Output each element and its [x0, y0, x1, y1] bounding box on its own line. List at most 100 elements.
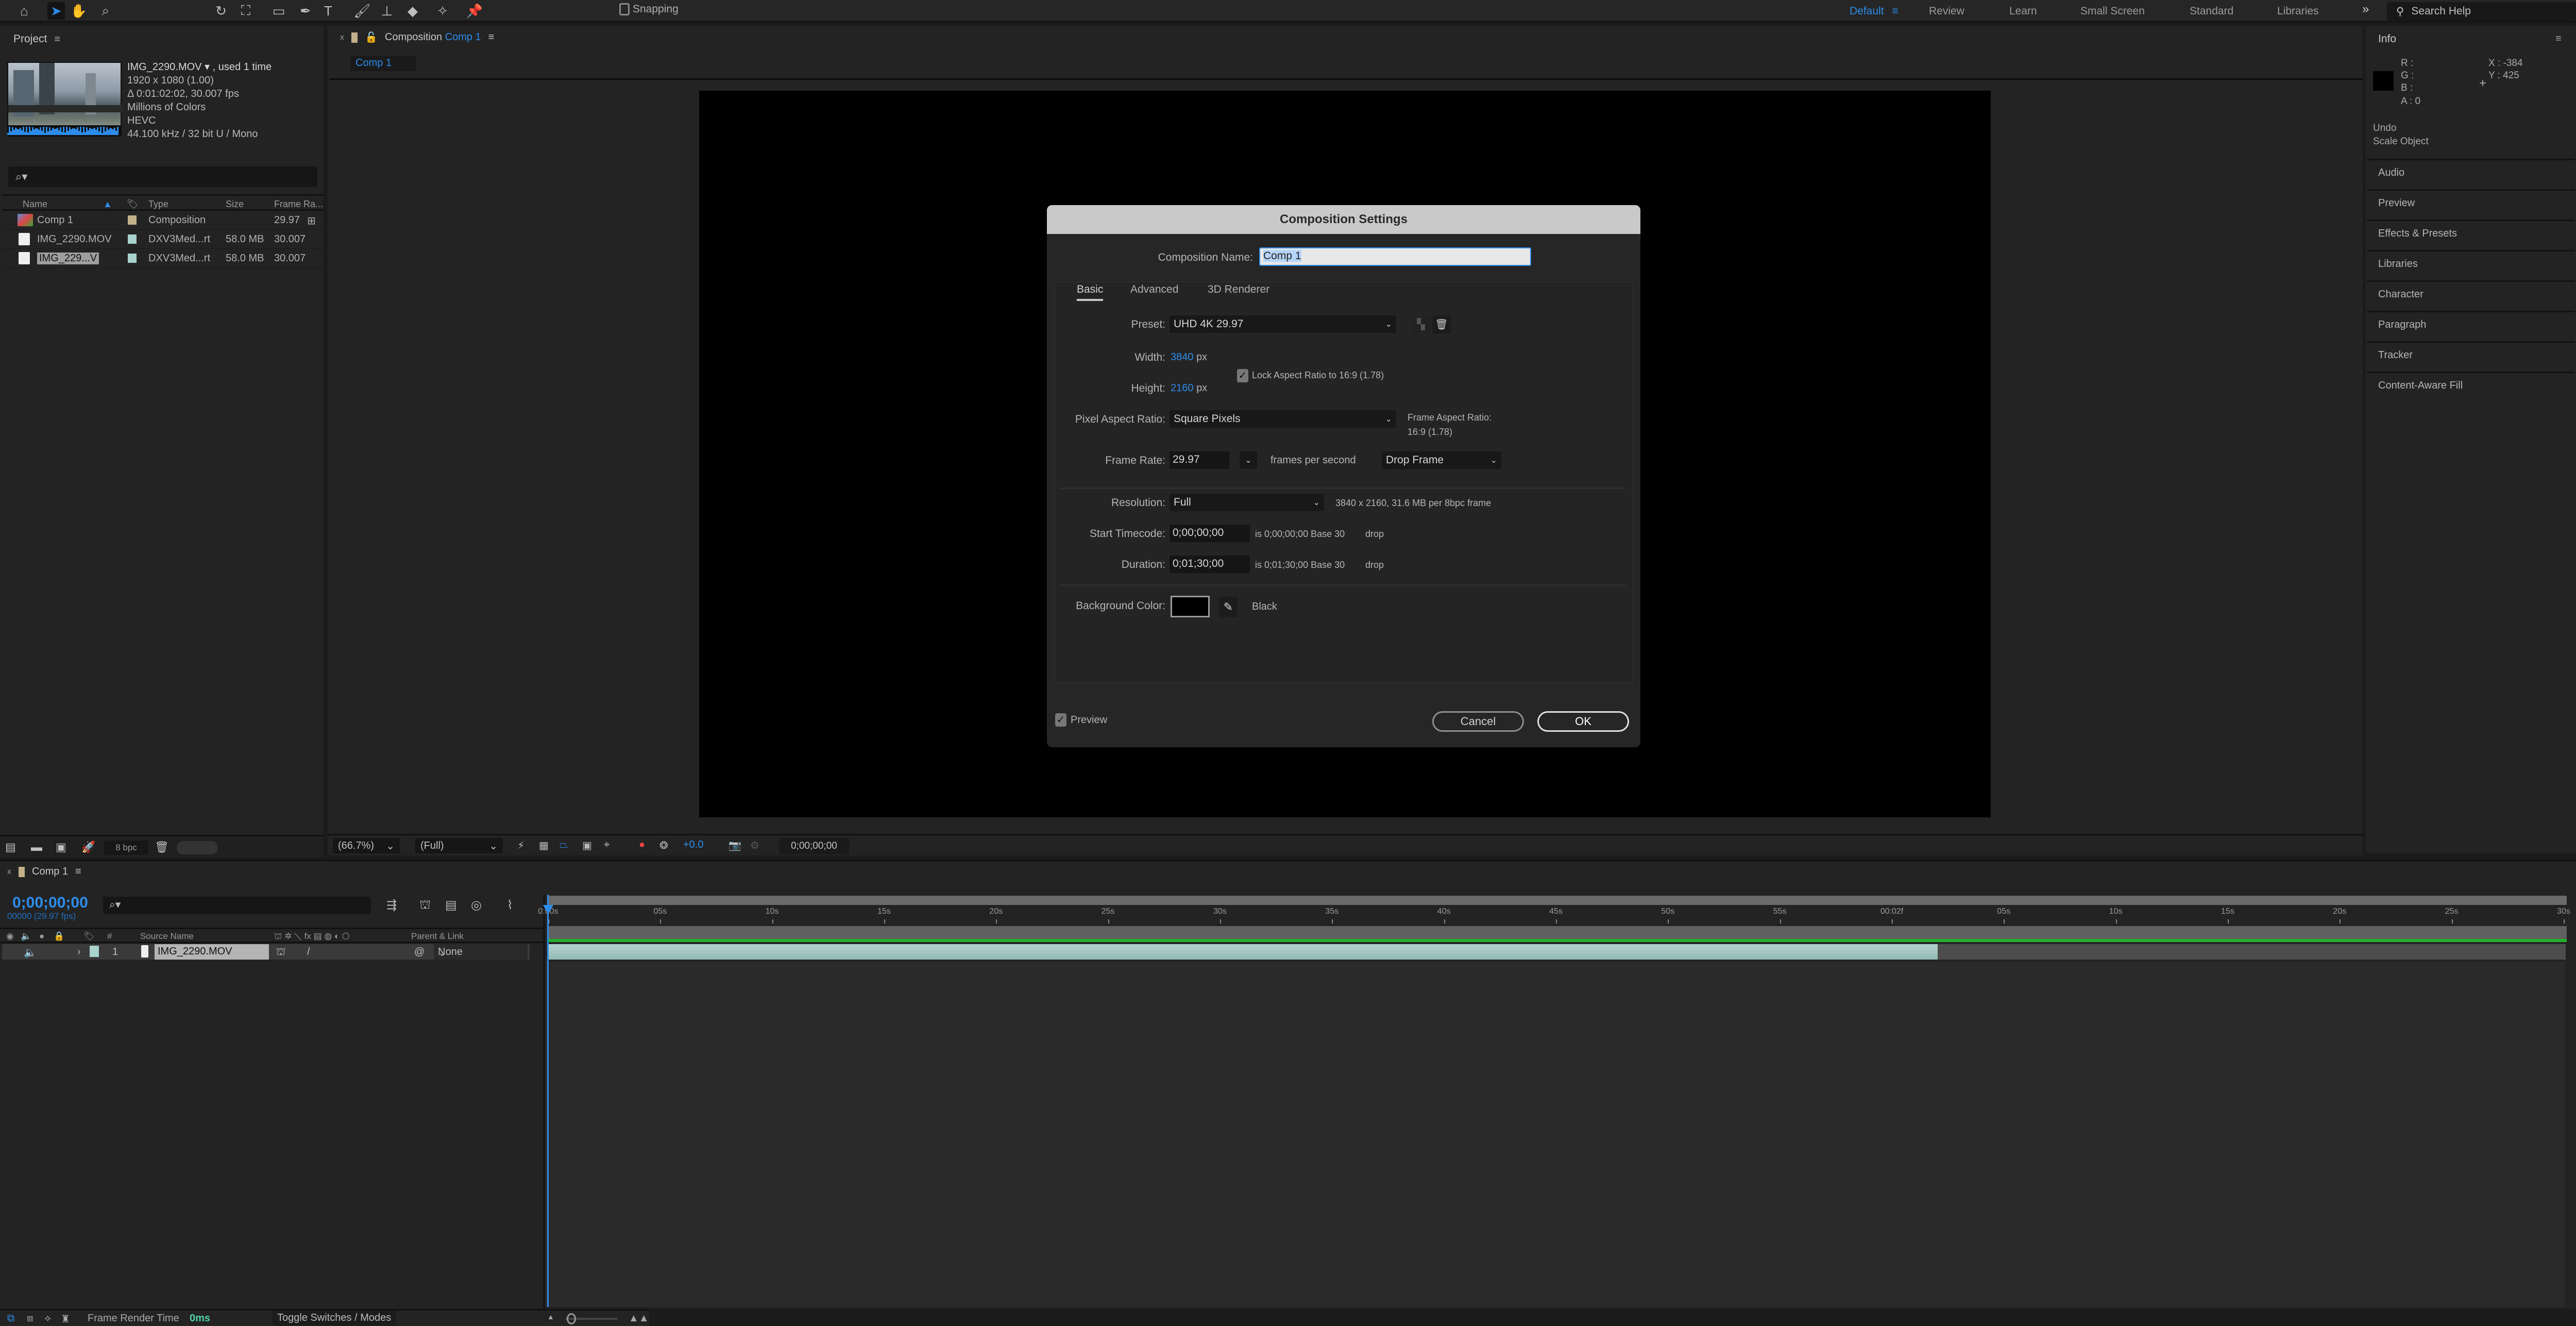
column-size[interactable]: Size	[226, 199, 244, 210]
footage-name[interactable]: IMG_2290.MOV ▾ , used 1 time	[127, 60, 272, 74]
panel-audio[interactable]: Audio	[2367, 159, 2575, 188]
preview-checkbox[interactable]: ✓	[1055, 713, 1066, 727]
time-ruler[interactable]: 0:00s05s10s15s20s25s30s35s40s45s50s55s00…	[538, 907, 2575, 925]
layer-name[interactable]: IMG_2290.MOV	[155, 944, 269, 960]
column-parent-link[interactable]: Parent & Link	[411, 931, 464, 942]
transparency-grid-icon[interactable]: ▦	[539, 839, 549, 852]
solo-switch-icon[interactable]: ●	[39, 931, 44, 942]
duration-input[interactable]: 0;01;30;00	[1170, 556, 1250, 573]
clone-stamp-tool-icon[interactable]: ⊥	[378, 2, 396, 20]
new-composition-icon[interactable]: ▣	[56, 841, 66, 854]
timeline-tab[interactable]: x Comp 1 ≡	[7, 866, 81, 878]
info-menu-icon[interactable]: ≡	[2555, 33, 2562, 45]
rectangle-tool-icon[interactable]: ▭	[270, 2, 287, 20]
more-workspaces-icon[interactable]: »	[2362, 2, 2369, 16]
sort-ascending-icon[interactable]: ▲	[103, 199, 112, 210]
exposure-icon[interactable]: ❂	[659, 839, 668, 852]
delete-preset-icon[interactable]: 🗑	[1432, 315, 1451, 334]
mask-visibility-icon[interactable]: ⏢	[560, 839, 568, 851]
lock-switch-icon[interactable]: 🔒	[54, 931, 64, 942]
zoom-out-icon[interactable]: ▲	[547, 1313, 554, 1321]
timeline-search-input[interactable]: ⌕▾	[103, 897, 371, 914]
width-value[interactable]: 3840	[1171, 351, 1194, 363]
eyedropper-icon[interactable]: ✎	[1219, 597, 1238, 617]
exposure-value[interactable]: +0.0	[683, 839, 703, 851]
quality-switch-icon[interactable]: /	[307, 946, 310, 958]
panel-libraries[interactable]: Libraries	[2367, 250, 2575, 279]
current-time-display[interactable]: 0;00;00;00	[12, 894, 88, 912]
project-search-input[interactable]: ⌕▾	[8, 166, 317, 187]
layer-row[interactable]: 🔈 › 1 IMG_2290.MOV ⛫ / @ None ⌄	[2, 944, 530, 960]
magnification-dropdown[interactable]: (66.7%) ⌄	[333, 838, 400, 853]
resolution-dropdown[interactable]: (Full) ⌄	[415, 838, 503, 853]
shy-switch-icon[interactable]: ⛫	[276, 946, 285, 959]
column-frame-rate[interactable]: Frame Ra...	[274, 199, 323, 210]
layer-label-swatch[interactable]	[90, 946, 99, 957]
panel-character[interactable]: Character	[2367, 280, 2575, 309]
start-timecode-input[interactable]: 0;00;00;00	[1170, 525, 1250, 542]
lock-aspect-checkbox[interactable]: ✓	[1237, 369, 1248, 382]
column-type[interactable]: Type	[148, 199, 168, 210]
brush-tool-icon[interactable]: 🖌	[353, 2, 371, 20]
playhead-line[interactable]	[547, 895, 549, 1307]
label-column-icon[interactable]: 🏷	[83, 931, 95, 942]
transfer-controls-pane-icon[interactable]: ⧈	[27, 1313, 33, 1324]
search-help-field[interactable]: ⚲ Search Help	[2387, 2, 2576, 21]
panel-paragraph[interactable]: Paragraph	[2367, 311, 2575, 340]
audio-toggle-icon[interactable]: 🔈	[24, 946, 37, 959]
workspace-default[interactable]: Default ≡	[1850, 5, 1899, 18]
layer-switches-pane-icon[interactable]: ⧉	[7, 1313, 14, 1324]
graph-editor-icon[interactable]: ⌇	[507, 898, 513, 913]
workspace-menu-icon[interactable]: ≡	[1892, 5, 1898, 17]
roto-brush-tool-icon[interactable]: ✧	[434, 2, 451, 20]
close-icon[interactable]: x	[7, 867, 11, 877]
frame-blending-icon[interactable]: ▤	[445, 898, 457, 913]
workspace-standard[interactable]: Standard	[2190, 5, 2233, 18]
audio-switch-icon[interactable]: 🔈	[21, 931, 31, 942]
workspace-small-screen[interactable]: Small Screen	[2080, 5, 2145, 18]
puppet-pin-tool-icon[interactable]: 📌	[466, 2, 483, 20]
pen-tool-icon[interactable]: ✒	[297, 2, 314, 20]
parent-dropdown[interactable]: None ⌄	[434, 944, 528, 960]
project-item-row[interactable]: IMG_229...V DXV3Med...rt 58.0 MB 30.007	[2, 249, 324, 268]
render-time-pane-icon[interactable]: ♜	[61, 1313, 70, 1325]
snapping-checkbox[interactable]	[619, 3, 630, 15]
snapshot-icon[interactable]: 📷	[728, 839, 741, 852]
snapping-toggle[interactable]: Snapping	[619, 3, 679, 15]
zoom-tool-icon[interactable]: ⌕	[97, 2, 114, 20]
close-icon[interactable]: x	[340, 33, 344, 42]
background-color-swatch[interactable]	[1171, 596, 1210, 617]
frame-rate-input[interactable]: 29.97	[1170, 451, 1229, 469]
ok-button[interactable]: OK	[1537, 711, 1629, 732]
zoom-in-icon[interactable]: ▲▲	[629, 1313, 649, 1324]
layer-duration-bar[interactable]	[548, 944, 1938, 960]
interpret-footage-icon[interactable]: ▤	[5, 841, 16, 854]
project-item-row[interactable]: Comp 1 Composition 29.97 ⊞	[2, 211, 324, 230]
comp-flow-tab[interactable]: Comp 1	[350, 56, 416, 71]
workspace-learn[interactable]: Learn	[2009, 5, 2037, 18]
height-value[interactable]: 2160	[1171, 382, 1194, 394]
grid-guides-icon[interactable]: ⌖	[604, 839, 609, 851]
hand-tool-icon[interactable]: ✋	[70, 2, 88, 20]
pixel-aspect-ratio-dropdown[interactable]: Square Pixels ⌄	[1170, 410, 1396, 428]
drop-frame-dropdown[interactable]: Drop Frame ⌄	[1382, 451, 1501, 469]
panel-menu-icon[interactable]: ≡	[488, 31, 495, 43]
project-item-row[interactable]: IMG_2290.MOV DXV3Med...rt 58.0 MB 30.007	[2, 230, 324, 249]
comp-mini-flowchart-icon[interactable]: ⇶	[386, 898, 397, 913]
thumbnail-size-slider[interactable]	[177, 841, 218, 854]
new-folder-icon[interactable]: ▬	[31, 841, 42, 854]
rotation-tool-icon[interactable]: ↻	[212, 2, 230, 20]
toggle-switches-modes-button[interactable]: Toggle Switches / Modes	[272, 1311, 397, 1325]
cancel-button[interactable]: Cancel	[1432, 711, 1524, 732]
workspace-libraries[interactable]: Libraries	[2277, 5, 2319, 18]
panel-content-aware-fill[interactable]: Content-Aware Fill	[2367, 372, 2575, 400]
show-snapshot-icon[interactable]: ⚙	[750, 839, 759, 852]
frame-rate-dropdown[interactable]: ⌄	[1240, 451, 1257, 469]
column-source-name[interactable]: Source Name	[140, 931, 194, 942]
panel-effects-presets[interactable]: Effects & Presets	[2367, 220, 2575, 248]
composition-panel-tab[interactable]: x 🔓 Composition Comp 1 ≡	[340, 31, 494, 44]
timeline-track-area[interactable]	[545, 962, 2565, 1307]
zoom-slider-handle[interactable]	[567, 1313, 576, 1324]
delete-icon[interactable]: 🗑	[155, 841, 169, 854]
item-label-swatch[interactable]	[128, 254, 137, 263]
